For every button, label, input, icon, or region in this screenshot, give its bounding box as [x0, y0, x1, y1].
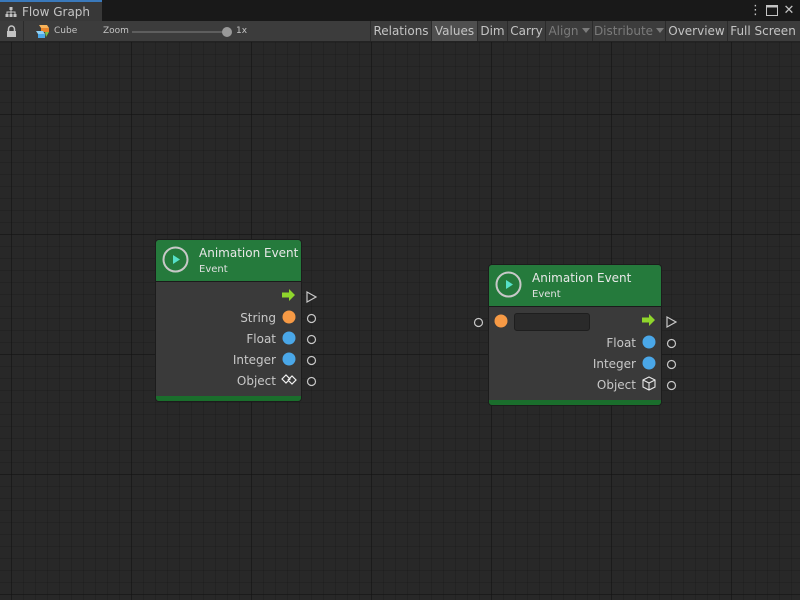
align-dropdown[interactable]: Align [545, 21, 592, 41]
hierarchy-icon [5, 6, 17, 17]
node-subtitle: Event [532, 289, 561, 300]
control-output-port[interactable] [306, 291, 317, 303]
integer-port-icon [642, 356, 656, 370]
animation-event-node-1[interactable]: Animation Event Event String Float Integ… [156, 240, 301, 401]
node-title: Animation Event [532, 271, 632, 285]
play-event-icon [162, 246, 189, 273]
float-port-icon [282, 331, 296, 345]
full-screen-button[interactable]: Full Screen [727, 21, 798, 41]
object-output-port[interactable] [306, 376, 317, 387]
string-input-port-icon [494, 314, 508, 328]
distribute-dropdown[interactable]: Distribute [592, 21, 665, 41]
align-label: Align [548, 24, 579, 38]
node-footer [489, 400, 661, 405]
animation-event-node-2[interactable]: Animation Event Event Float Integer Obje… [489, 265, 661, 405]
string-output-port[interactable] [306, 313, 317, 324]
carry-button[interactable]: Carry [507, 21, 545, 41]
node-footer [156, 396, 301, 401]
graph-canvas[interactable]: Animation Event Event String Float Integ… [0, 42, 800, 600]
port-label-float: Float [246, 332, 276, 346]
zoom-slider-thumb[interactable] [222, 27, 232, 37]
node-header[interactable]: Animation Event Event [156, 240, 301, 282]
values-button[interactable]: Values [431, 21, 477, 41]
tab-flow-graph[interactable]: Flow Graph [0, 0, 102, 21]
caret-down-icon [581, 28, 590, 33]
cube-object-port-icon [642, 376, 656, 391]
integer-port-icon [282, 352, 296, 366]
float-port-icon [642, 335, 656, 349]
tab-title: Flow Graph [22, 4, 91, 19]
node-subtitle: Event [199, 264, 228, 275]
port-label-integer: Integer [592, 357, 636, 371]
tab-bar: Flow Graph ⋮ ✕ [0, 0, 800, 21]
string-input-port[interactable] [473, 317, 484, 328]
node-title: Animation Event [199, 246, 299, 260]
object-port-icon [281, 374, 297, 385]
float-output-port[interactable] [666, 338, 677, 349]
control-output-port[interactable] [666, 316, 677, 328]
flow-graph-window: Flow Graph ⋮ ✕ Cube Zoom 1x Relations Va… [0, 0, 800, 600]
control-output-arrow-icon [282, 289, 295, 301]
toolbar: Cube Zoom 1x Relations Values Dim Carry … [0, 21, 800, 42]
port-label-object: Object [236, 374, 276, 388]
port-label-integer: Integer [232, 353, 276, 367]
lock-icon[interactable] [6, 25, 17, 38]
caret-down-icon [656, 28, 665, 33]
control-output-arrow-icon [642, 314, 655, 326]
cube-object-icon [36, 25, 49, 38]
overview-button[interactable]: Overview [665, 21, 727, 41]
maximize-button[interactable] [765, 3, 779, 19]
toolbar-separator [23, 21, 24, 42]
port-label-float: Float [606, 336, 636, 350]
integer-output-port[interactable] [306, 355, 317, 366]
port-label-object: Object [596, 378, 636, 392]
distribute-label: Distribute [593, 24, 654, 38]
port-label-string: String [240, 311, 276, 325]
event-name-field[interactable] [514, 313, 590, 331]
close-button[interactable]: ✕ [782, 3, 796, 19]
play-event-icon [495, 271, 522, 298]
float-output-port[interactable] [306, 334, 317, 345]
zoom-slider-track[interactable] [132, 31, 229, 33]
object-output-port[interactable] [666, 380, 677, 391]
dim-button[interactable]: Dim [477, 21, 507, 41]
string-port-icon [282, 310, 296, 324]
more-options-button[interactable]: ⋮ [749, 3, 762, 19]
relations-button[interactable]: Relations [370, 21, 431, 41]
node-header[interactable]: Animation Event Event [489, 265, 661, 307]
zoom-value: 1x [236, 26, 248, 36]
zoom-label: Zoom [103, 26, 129, 36]
object-name[interactable]: Cube [54, 21, 77, 41]
integer-output-port[interactable] [666, 359, 677, 370]
maximize-icon [766, 5, 778, 16]
